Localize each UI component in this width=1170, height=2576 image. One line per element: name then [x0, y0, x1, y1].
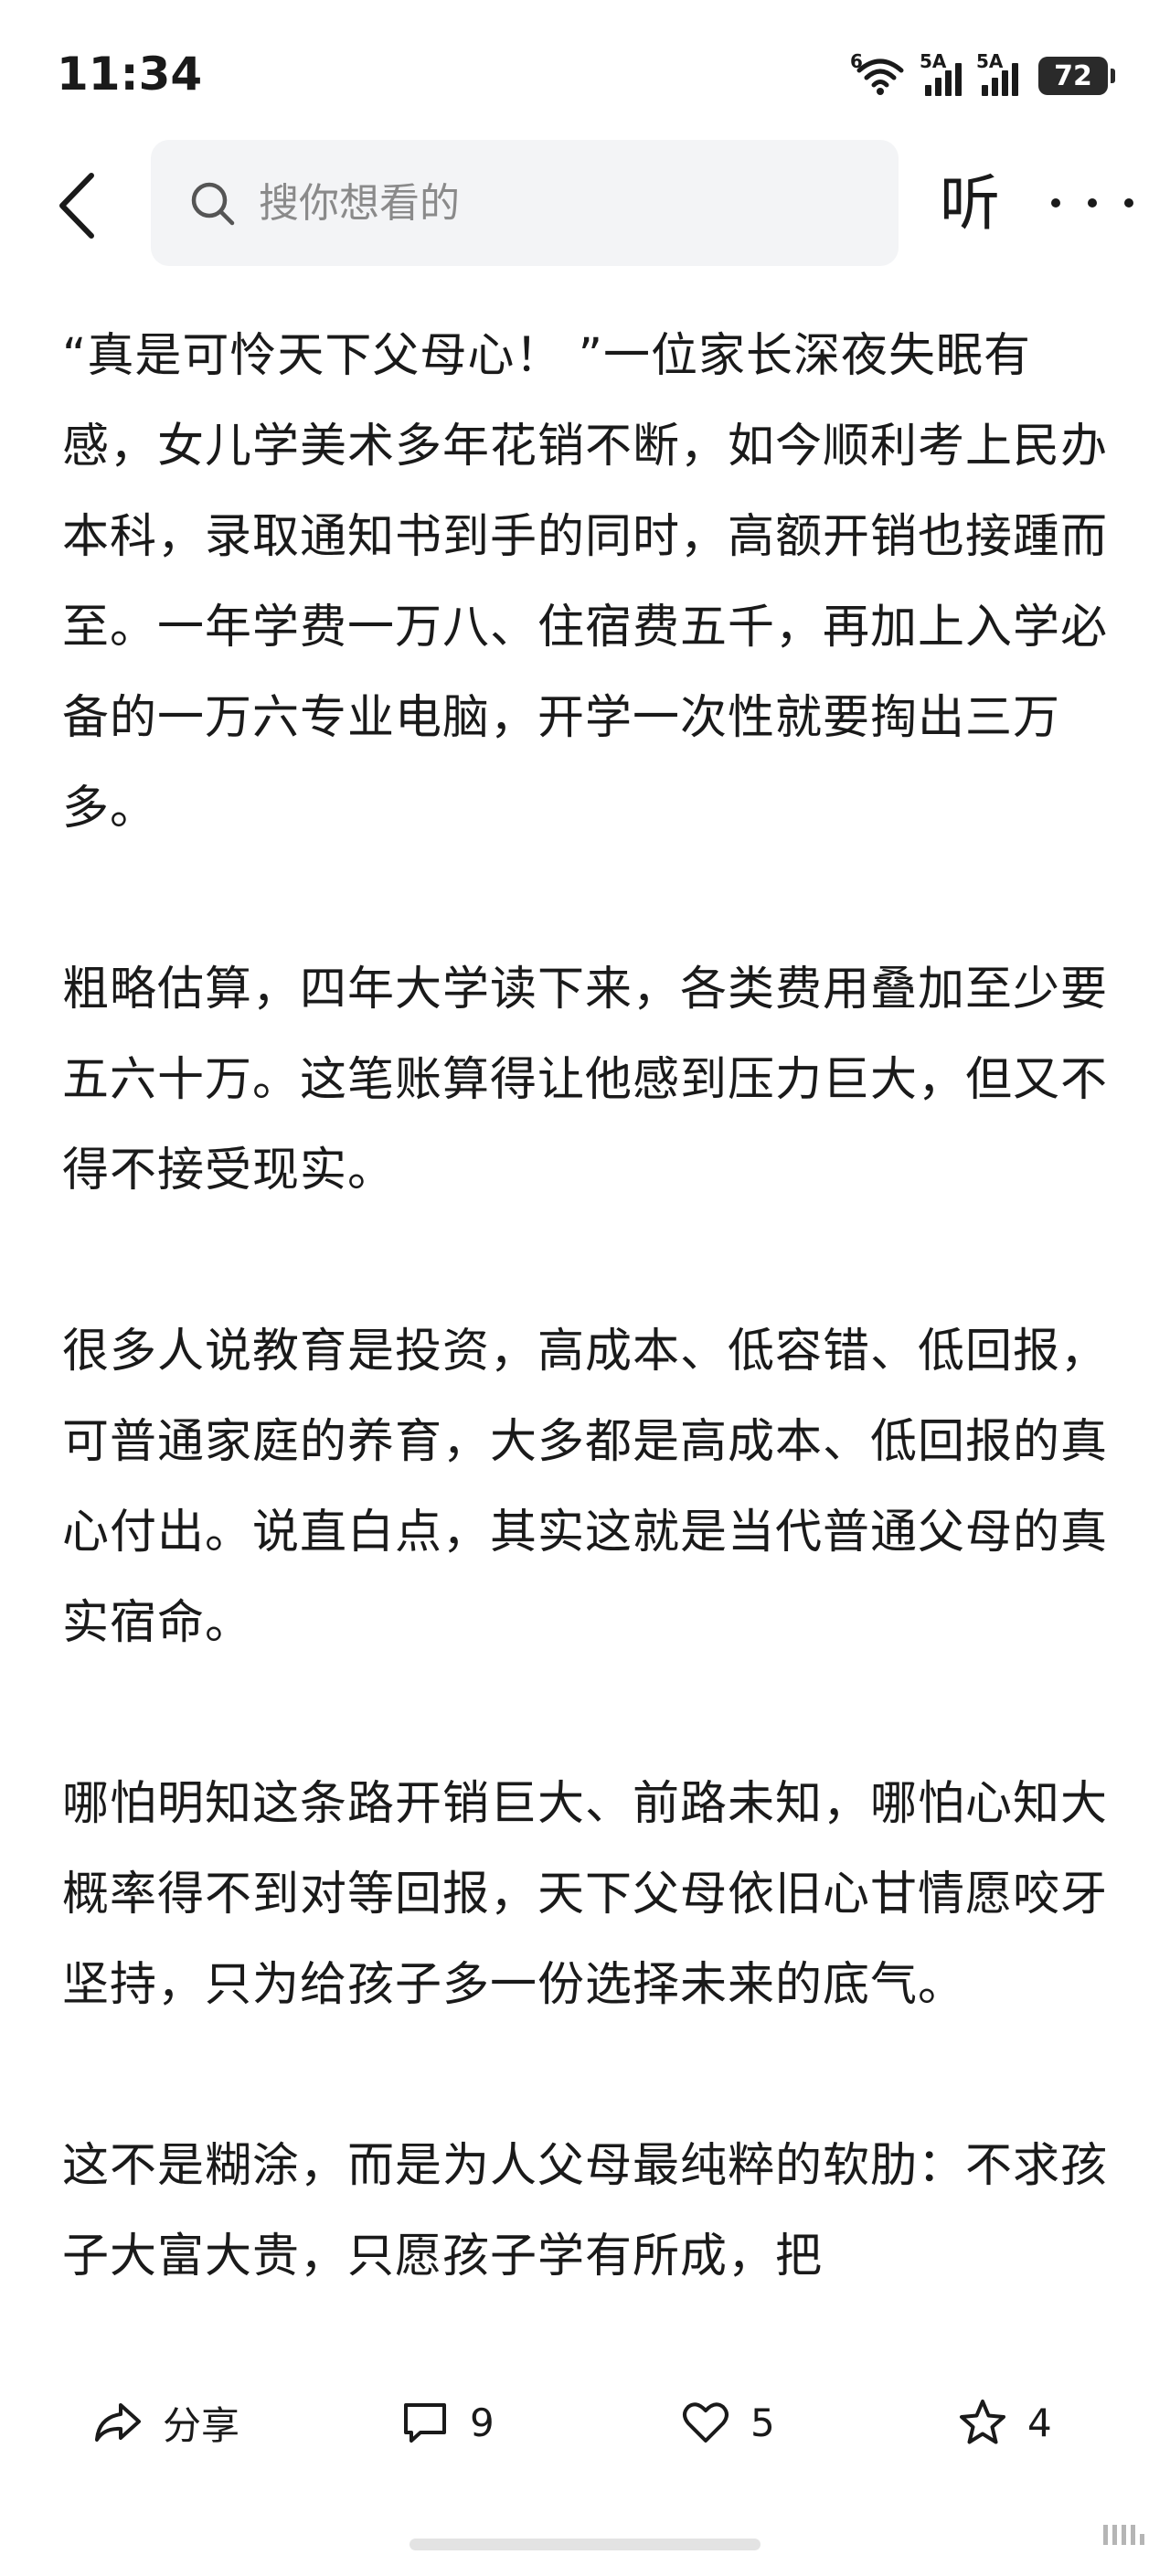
article-paragraph: 很多人说教育是投资，高成本、低容错、低回报，可普通家庭的养育，大多都是高成本、低…	[62, 1325, 1109, 1650]
like-count: 5	[750, 2400, 775, 2445]
share-button[interactable]: 分享	[93, 2395, 239, 2450]
signal-icon-2: 5A	[976, 50, 1018, 96]
article-paragraph: 哪怕明知这条路开销巨大、前路未知，哪怕心知大概率得不到对等回报，天下父母依旧心甘…	[62, 1777, 1109, 2012]
article-paragraph: 粗略估算，四年大学读下来，各类费用叠加至少要五六十万。这笔账算得让他感到压力巨大…	[62, 963, 1109, 1198]
status-bar: 11:34 6 5A 5A 72	[0, 0, 1170, 137]
star-icon	[960, 2400, 1005, 2444]
search-box[interactable]	[151, 140, 899, 266]
chevron-left-icon	[59, 173, 94, 239]
signal-icon-1: 5A	[920, 50, 962, 96]
wifi-icon: 6	[850, 50, 905, 96]
comment-count: 9	[470, 2400, 495, 2445]
battery-icon: 72	[1038, 57, 1115, 95]
article-paragraph: “真是可怜天下父母心！ ”一位家长深夜失眠有感，女儿学美术多年花销不断，如今顺利…	[62, 329, 1109, 836]
battery-level: 72	[1038, 57, 1108, 95]
article-paragraph: 这不是糊涂，而是为人父母最纯粹的软肋：不求孩子大富大贵，只愿孩子学有所成，把	[62, 2139, 1109, 2283]
comment-icon	[404, 2403, 446, 2443]
comment-button[interactable]: 9	[400, 2395, 495, 2450]
listen-button[interactable]: 听	[940, 172, 1000, 236]
status-icons: 6 5A 5A 72	[850, 50, 1115, 99]
signal-label-2: 5A	[976, 50, 1004, 72]
home-indicator[interactable]	[410, 2539, 760, 2550]
action-bar: 分享 9 5 4	[0, 2368, 1170, 2477]
watermark-bars	[1103, 2525, 1144, 2545]
search-icon	[191, 182, 235, 226]
top-nav: 听	[0, 137, 1170, 274]
search-input[interactable]	[259, 179, 807, 227]
wifi-label: 6	[850, 50, 863, 72]
share-label: 分享	[163, 2402, 240, 2448]
favorite-count: 4	[1027, 2400, 1052, 2445]
heart-icon	[683, 2402, 729, 2443]
more-options-icon[interactable]	[1051, 176, 1133, 230]
favorite-button[interactable]: 4	[958, 2395, 1052, 2450]
share-icon	[95, 2403, 141, 2442]
status-time: 11:34	[57, 48, 203, 101]
back-button[interactable]	[44, 165, 108, 247]
article-body: “真是可怜天下父母心！ ”一位家长深夜失眠有感，女儿学美术多年花销不断，如今顺利…	[62, 311, 1113, 2349]
like-button[interactable]: 5	[681, 2395, 775, 2450]
signal-label-1: 5A	[920, 50, 947, 72]
